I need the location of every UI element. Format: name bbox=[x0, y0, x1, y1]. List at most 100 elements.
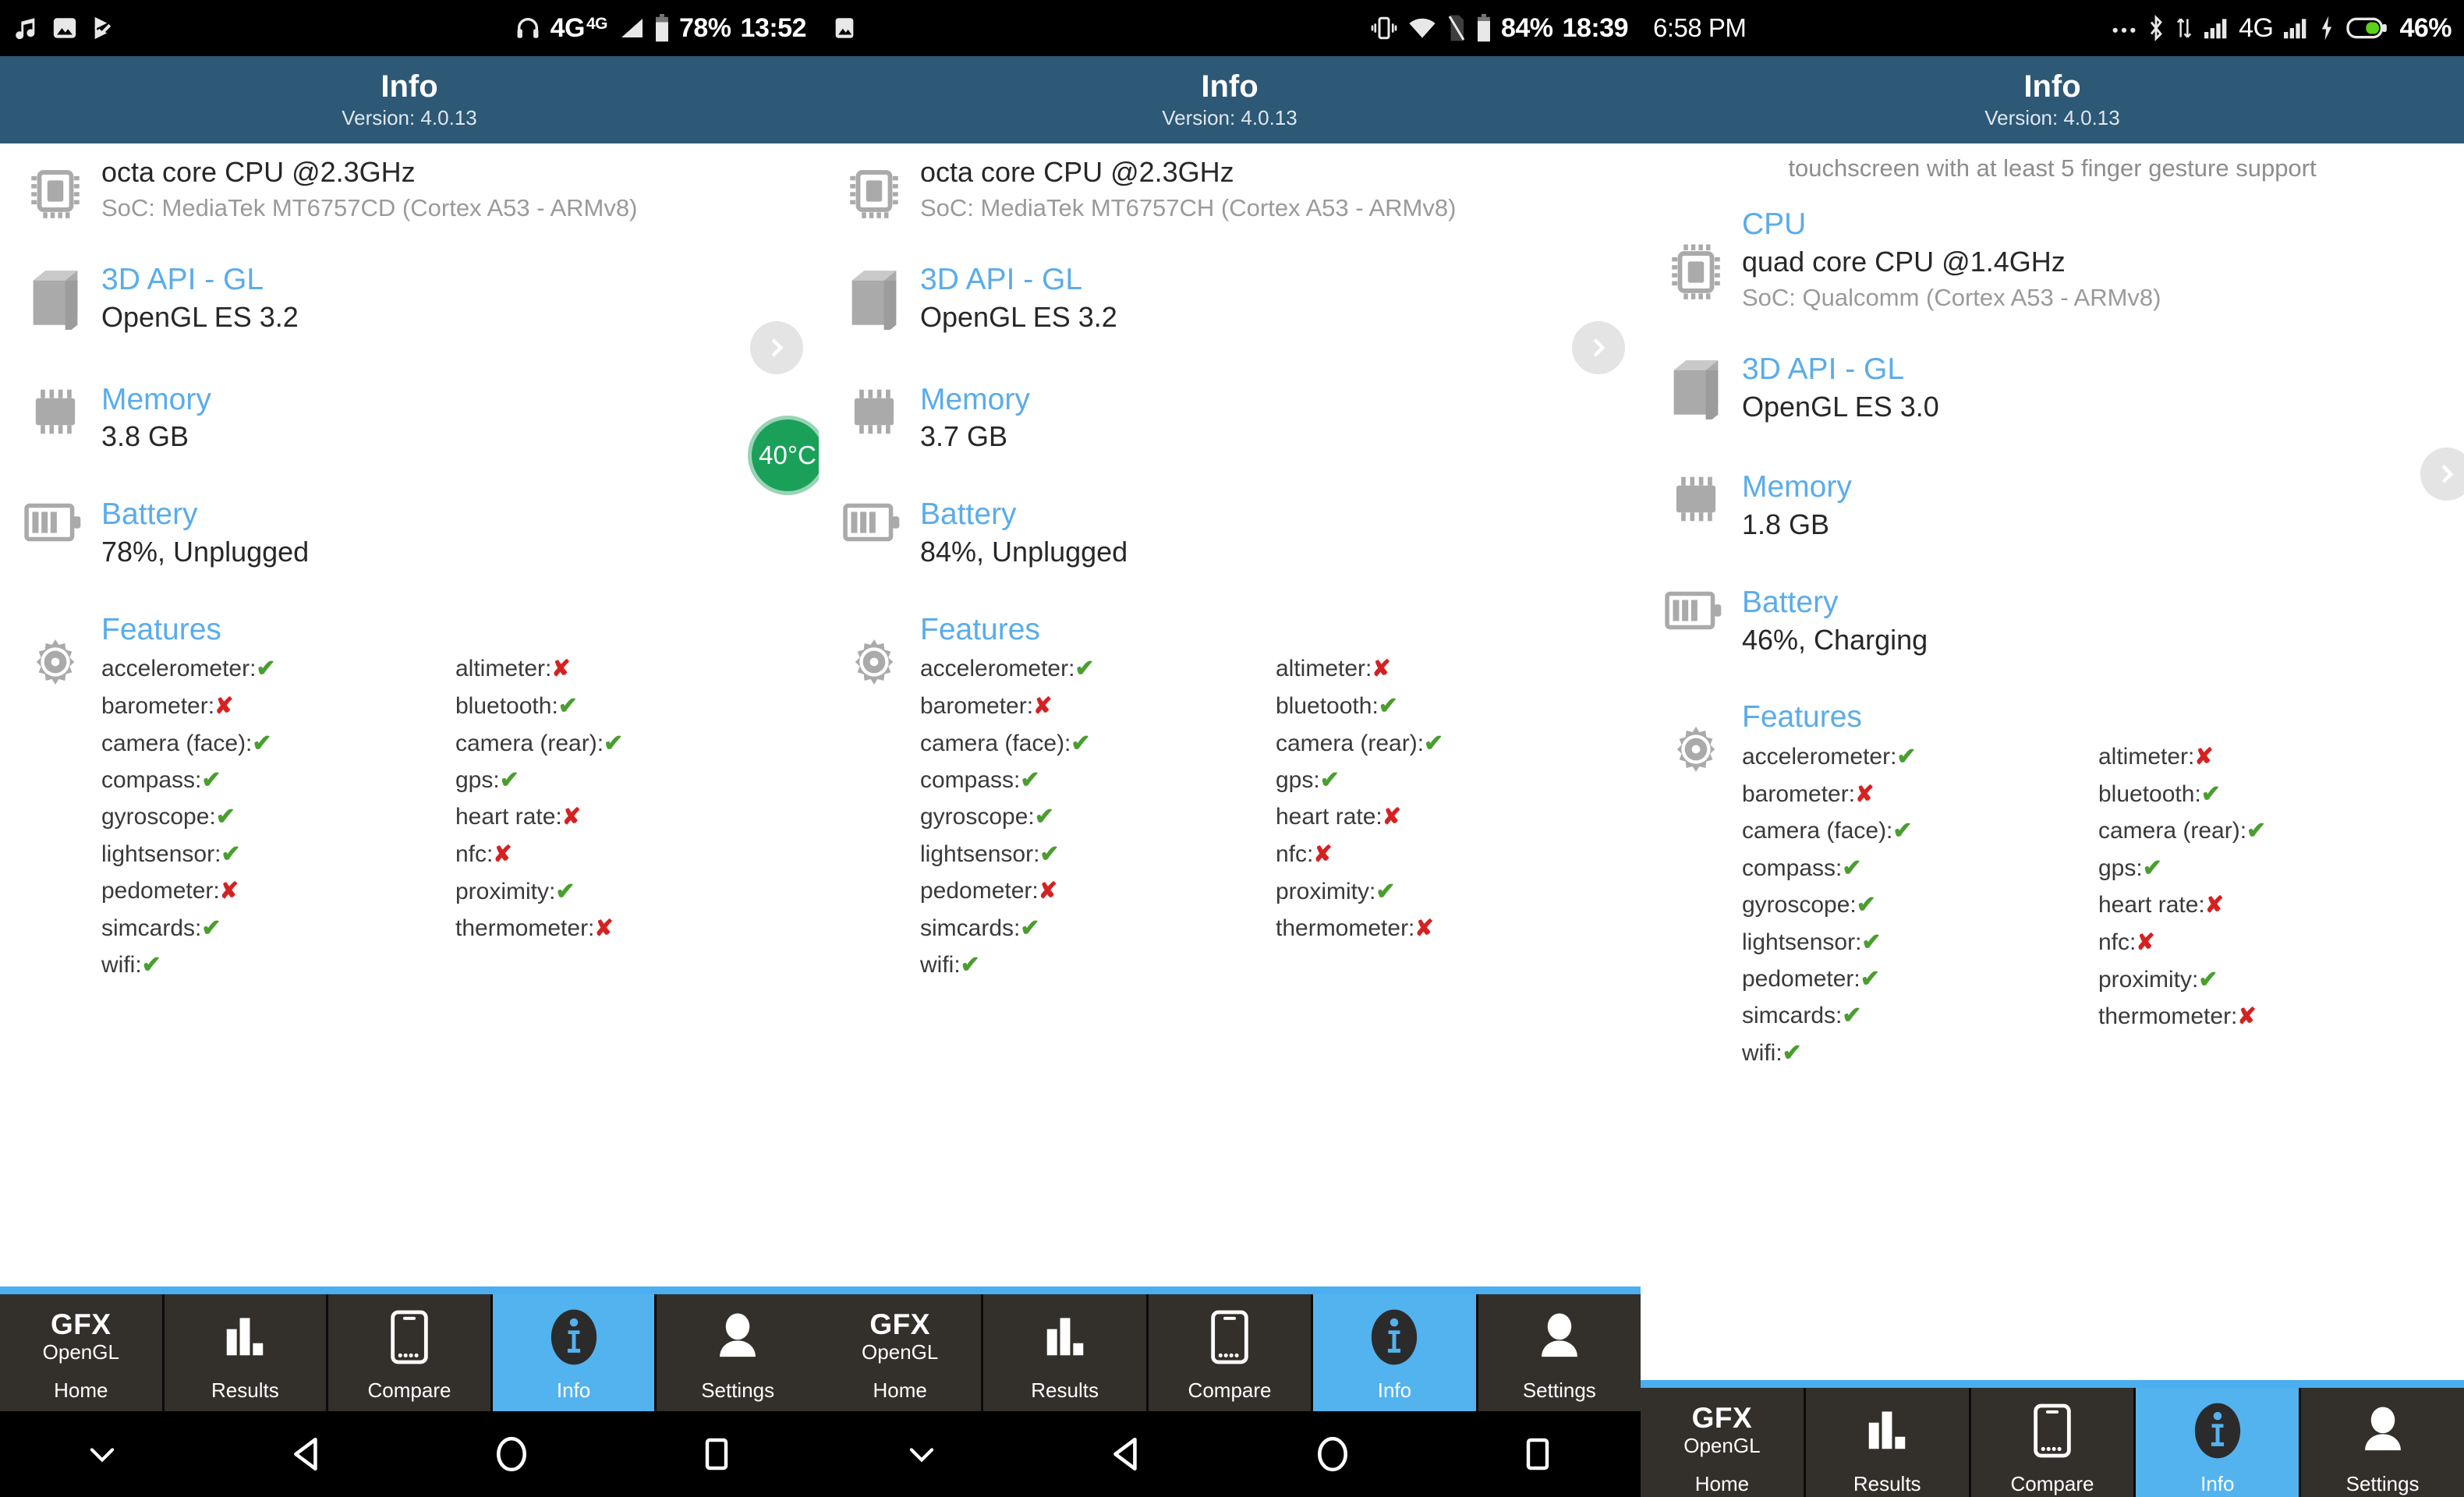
tab-info[interactable]: Info bbox=[492, 1294, 657, 1411]
tab-settings[interactable]: Settings bbox=[1478, 1294, 1641, 1411]
battery-row-3: Battery 46%, Charging bbox=[1653, 584, 2452, 659]
tab-label: Home bbox=[1694, 1472, 1750, 1495]
info-icon bbox=[1370, 1294, 1418, 1380]
gear-icon bbox=[12, 611, 98, 692]
more-dots-icon bbox=[2111, 23, 2137, 34]
tab-results[interactable]: Results bbox=[983, 1294, 1149, 1411]
nav-back-button-2[interactable] bbox=[1025, 1435, 1230, 1474]
tab-home[interactable]: GFX OpenGL Home bbox=[819, 1294, 984, 1411]
feature-unsupported-icon: ✘ bbox=[551, 656, 571, 682]
feature-item: nfc:✘ bbox=[1276, 836, 1628, 873]
app-header-3: Info Version: 4.0.13 bbox=[1641, 56, 2464, 143]
battery-value-2: 84%, Unplugged bbox=[920, 535, 1128, 568]
feature-unsupported-icon: ✘ bbox=[2237, 1004, 2257, 1030]
next-arrow-button-1[interactable] bbox=[750, 321, 803, 374]
tabbar-accent-line-1 bbox=[0, 1286, 819, 1294]
phone-icon bbox=[1211, 1294, 1248, 1380]
nav-recents-button-1[interactable] bbox=[614, 1435, 820, 1474]
feature-label: simcards: bbox=[920, 915, 1021, 942]
tab-home[interactable]: GFX OpenGL Home bbox=[0, 1294, 165, 1411]
nav-home-button-2[interactable] bbox=[1230, 1434, 1436, 1474]
nav-back-button-1[interactable] bbox=[205, 1435, 410, 1474]
feature-unsupported-icon: ✘ bbox=[219, 879, 239, 904]
feature-supported-icon: ✔ bbox=[1856, 892, 1876, 918]
bar-chart-icon bbox=[1862, 1388, 1912, 1474]
check-flag-icon bbox=[90, 14, 117, 42]
tab-info[interactable]: Info bbox=[2136, 1388, 2302, 1497]
cpu-soc-1: SoC: MediaTek MT6757CD (Cortex A53 - ARM… bbox=[101, 193, 638, 221]
feature-supported-icon: ✔ bbox=[604, 730, 624, 756]
feature-label: gps: bbox=[455, 767, 500, 794]
memory-chip-icon bbox=[12, 381, 98, 437]
battery-text-3: Battery 46%, Charging bbox=[1739, 584, 2452, 659]
gl-head-3: 3D API - GL bbox=[1742, 352, 1905, 386]
memory-row-1: Memory 3.8 GB bbox=[12, 381, 806, 456]
tab-label: Results bbox=[1853, 1472, 1921, 1495]
battery-value-3: 46%, Charging bbox=[1742, 623, 1928, 656]
tab-results[interactable]: Results bbox=[164, 1294, 329, 1411]
next-arrow-button-2[interactable] bbox=[1572, 321, 1625, 374]
feature-supported-icon: ✔ bbox=[256, 656, 276, 682]
temperature-value-1: 40°C bbox=[759, 441, 816, 469]
tab-info[interactable]: Info bbox=[1313, 1294, 1478, 1411]
feature-unsupported-icon: ✘ bbox=[1033, 693, 1053, 719]
feature-label: camera (rear): bbox=[455, 730, 604, 756]
wifi-icon bbox=[1407, 16, 1437, 41]
feature-unsupported-icon: ✘ bbox=[1855, 781, 1875, 807]
nav-hide-keyboard-button-2[interactable] bbox=[819, 1442, 1025, 1466]
feature-label: gps: bbox=[1276, 767, 1320, 794]
features-text-1: Features accelerometer:✔ barometer:✘ camer… bbox=[98, 611, 806, 984]
feature-unsupported-icon: ✘ bbox=[1382, 805, 1402, 830]
feature-label: thermometer: bbox=[2098, 1003, 2238, 1030]
feature-label: altimeter: bbox=[455, 656, 552, 682]
feature-label: lightsensor: bbox=[920, 841, 1040, 867]
gl-value-1: OpenGL ES 3.2 bbox=[101, 300, 299, 333]
tabbar-accent-line-2 bbox=[819, 1286, 1641, 1294]
feature-label: bluetooth: bbox=[1276, 693, 1379, 720]
info-content-3: touchscreen with at least 5 finger gestu… bbox=[1641, 143, 2464, 1348]
feature-label: bluetooth: bbox=[2098, 781, 2201, 808]
feature-label: pedometer: bbox=[920, 878, 1039, 904]
cpu-head-3: CPU bbox=[1742, 207, 1807, 241]
memory-text-2: Memory 3.7 GB bbox=[917, 381, 1628, 456]
tab-compare[interactable]: Compare bbox=[1148, 1294, 1314, 1411]
info-icon bbox=[2193, 1388, 2242, 1474]
app-version-2: Version: 4.0.13 bbox=[1162, 105, 1297, 129]
person-icon bbox=[714, 1294, 761, 1380]
tab-settings[interactable]: Settings bbox=[657, 1294, 819, 1411]
cpu-row-1: octa core CPU @2.3GHz SoC: MediaTek MT67… bbox=[12, 154, 806, 224]
nav-recents-button-2[interactable] bbox=[1436, 1435, 1641, 1474]
memory-text-1: Memory 3.8 GB bbox=[98, 381, 806, 456]
feature-label: proximity: bbox=[1276, 879, 1376, 905]
feature-supported-icon: ✔ bbox=[1842, 1003, 1862, 1029]
app-tabbar-3: GFX OpenGL Home Results Compare Info Settings bbox=[1641, 1388, 2464, 1497]
photo-icon bbox=[831, 15, 858, 41]
feature-item: proximity:✔ bbox=[455, 873, 806, 910]
nav-hide-keyboard-button-1[interactable] bbox=[0, 1442, 205, 1466]
tab-results[interactable]: Results bbox=[1805, 1388, 1971, 1497]
gl-value-3: OpenGL ES 3.0 bbox=[1742, 390, 1939, 423]
feature-label: gyroscope: bbox=[101, 804, 216, 830]
tab-home[interactable]: GFX OpenGL Home bbox=[1641, 1388, 1806, 1497]
android-nav-bar-2 bbox=[819, 1411, 1641, 1497]
feature-label: simcards: bbox=[101, 915, 202, 942]
feature-item: accelerometer:✔ bbox=[1742, 738, 2095, 775]
signal-bars-icon bbox=[2203, 16, 2229, 40]
feature-unsupported-icon: ✘ bbox=[1038, 879, 1058, 904]
gl-head-1: 3D API - GL bbox=[101, 263, 264, 297]
gfx-opengl-logo: GFX OpenGL bbox=[862, 1294, 938, 1380]
feature-item: camera (rear):✔ bbox=[1276, 725, 1628, 762]
feature-supported-icon: ✔ bbox=[1861, 929, 1882, 955]
network-type-sup-1: 4G bbox=[586, 14, 608, 33]
feature-item: gyroscope:✔ bbox=[101, 798, 452, 835]
feature-item: accelerometer:✔ bbox=[920, 650, 1273, 687]
nav-home-button-1[interactable] bbox=[409, 1434, 614, 1474]
phone-screen-1: 4G 4G 78% 13:52 Info Version: 4.0.13 oct… bbox=[0, 0, 819, 1497]
sim-off-icon bbox=[1446, 14, 1467, 42]
feature-supported-icon: ✔ bbox=[141, 952, 161, 979]
tab-compare[interactable]: Compare bbox=[328, 1294, 493, 1411]
tab-settings[interactable]: Settings bbox=[2301, 1388, 2464, 1497]
features-text-3: Features accelerometer:✔ barometer:✘ camer… bbox=[1739, 699, 2452, 1071]
tab-label: Settings bbox=[1522, 1378, 1596, 1402]
tab-compare[interactable]: Compare bbox=[1970, 1388, 2137, 1497]
